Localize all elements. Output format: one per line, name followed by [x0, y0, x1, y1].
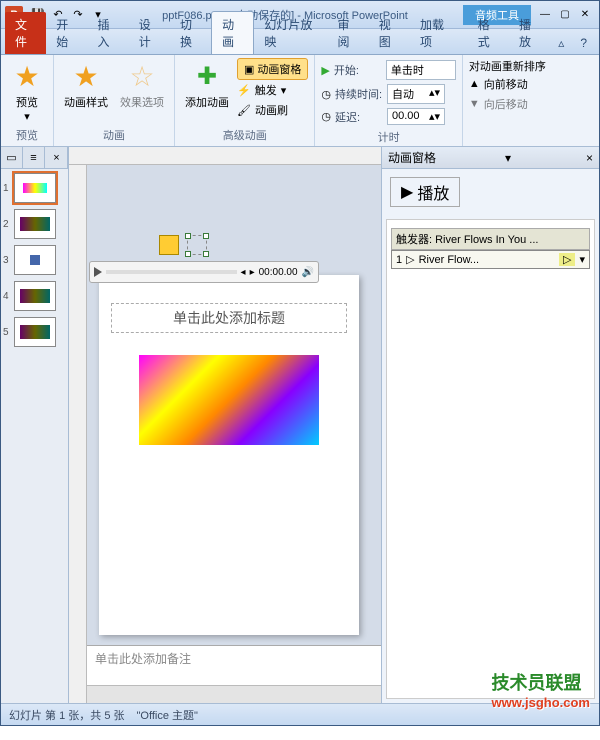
start-select[interactable]: 单击时 — [386, 60, 456, 80]
preview-button[interactable]: ★ 预览▾ — [7, 58, 47, 125]
watermark: 技术员联盟 www.jsgho.com — [492, 669, 590, 710]
move-earlier-button[interactable]: ▲向前移动 — [469, 76, 546, 92]
title-placeholder[interactable]: 单击此处添加标题 — [111, 303, 347, 333]
pane-close-icon[interactable]: × — [586, 151, 593, 165]
tab-addins[interactable]: 加载项 — [410, 12, 462, 54]
slide-thumbnail-1[interactable]: 1 — [3, 173, 66, 203]
play-icon: ▷ — [559, 253, 575, 266]
play-icon: ▶ — [401, 182, 413, 202]
slide-thumbnails-panel: ▭ ≡ × 1 2 3 4 5 — [1, 147, 69, 703]
plus-star-icon: ✚ — [197, 62, 217, 91]
play-icon: ▶ — [321, 64, 329, 77]
group-preview: 预览 — [7, 125, 47, 143]
next-icon[interactable]: ▸ — [250, 267, 255, 278]
tab-view[interactable]: 视图 — [369, 12, 410, 54]
tab-play[interactable]: 播放 — [509, 12, 550, 54]
slide-thumbnail-5[interactable]: 5 — [3, 317, 66, 347]
item-dropdown-icon[interactable]: ▾ — [579, 253, 585, 266]
tab-design[interactable]: 设计 — [129, 12, 170, 54]
tab-file[interactable]: 文件 — [5, 12, 46, 54]
horizontal-ruler — [69, 147, 381, 165]
down-arrow-icon: ▼ — [469, 98, 480, 110]
help-icon[interactable]: ? — [572, 32, 595, 54]
tab-review[interactable]: 审阅 — [327, 12, 368, 54]
animation-styles-button[interactable]: ★ 动画样式 — [60, 58, 112, 112]
tab-home[interactable]: 开始 — [46, 12, 87, 54]
group-advanced-animation: 高级动画 — [181, 125, 308, 143]
reorder-label: 对动画重新排序 — [469, 58, 546, 74]
audio-object[interactable] — [159, 235, 207, 260]
trigger-button[interactable]: ⚡触发 ▾ — [237, 82, 308, 98]
pane-title: 动画窗格 — [388, 149, 436, 166]
pane-dropdown-icon[interactable]: ▾ — [505, 151, 511, 165]
slide-counter: 幻灯片 第 1 张，共 5 张 — [9, 707, 125, 723]
thumbnail-close[interactable]: × — [46, 147, 68, 168]
slide-thumbnail-2[interactable]: 2 — [3, 209, 66, 239]
delay-icon: ◷ — [321, 110, 331, 123]
speaker-icon[interactable] — [159, 235, 179, 255]
slide-thumbnail-4[interactable]: 4 — [3, 281, 66, 311]
start-label: 开始: — [334, 62, 382, 78]
slide-editor: ◂ ▸ 00:00.00 🔊 单击此处添加标题 单击此处添加备注 — [69, 147, 381, 703]
animation-pane: 动画窗格 ▾ × ▶播放 触发器: River Flows In You ...… — [381, 147, 599, 703]
group-animation: 动画 — [60, 125, 168, 143]
ribbon: ★ 预览▾ 预览 ★ 动画样式 ☆ 效果选项 动画 — [1, 55, 599, 147]
play-icon[interactable] — [94, 267, 102, 277]
effect-options-button[interactable]: ☆ 效果选项 — [116, 58, 168, 112]
slide-canvas[interactable]: ◂ ▸ 00:00.00 🔊 单击此处添加标题 — [99, 275, 359, 635]
animation-item[interactable]: 1 ▷ River Flow... ▷ ▾ — [391, 250, 590, 269]
brush-icon: 🖌 — [237, 104, 251, 117]
star-icon: ☆ — [129, 60, 154, 93]
up-arrow-icon: ▲ — [469, 78, 480, 90]
delay-input[interactable]: 00.00▴▾ — [387, 108, 445, 125]
theme-name: "Office 主题" — [137, 707, 198, 723]
slide-image[interactable] — [139, 355, 319, 445]
animation-painter-button[interactable]: 🖌动画刷 — [237, 102, 308, 118]
thumbnail-tab-outline[interactable]: ≡ — [23, 147, 45, 168]
tab-slideshow[interactable]: 幻灯片放映 — [254, 12, 327, 54]
close-button[interactable]: ✕ — [577, 8, 593, 22]
play-icon: ▷ — [406, 253, 414, 266]
prev-icon[interactable]: ◂ — [241, 267, 246, 278]
ribbon-tabs: 文件 开始 插入 设计 切换 动画 幻灯片放映 审阅 视图 加载项 格式 播放 … — [1, 29, 599, 55]
duration-label: 持续时间: — [335, 86, 383, 102]
maximize-button[interactable]: ▢ — [557, 8, 573, 22]
tab-insert[interactable]: 插入 — [87, 12, 128, 54]
star-icon: ★ — [14, 60, 39, 93]
lightning-icon: ⚡ — [237, 84, 251, 97]
duration-input[interactable]: 自动▴▾ — [387, 84, 445, 104]
pane-icon: ▣ — [244, 63, 254, 76]
add-animation-button[interactable]: ✚ 添加动画 — [181, 58, 233, 112]
notes-pane[interactable]: 单击此处添加备注 — [87, 645, 381, 685]
clock-icon: ◷ — [321, 88, 331, 101]
audio-time: 00:00.00 — [259, 267, 298, 278]
tab-transition[interactable]: 切换 — [170, 12, 211, 54]
group-timing: 计时 — [321, 127, 455, 145]
ribbon-minimize-icon[interactable]: ▵ — [550, 32, 572, 54]
slide-thumbnail-3[interactable]: 3 — [3, 245, 66, 275]
pane-play-button[interactable]: ▶播放 — [390, 177, 460, 207]
tab-format[interactable]: 格式 — [468, 12, 509, 54]
tab-animation[interactable]: 动画 — [211, 11, 254, 54]
animation-pane-button[interactable]: ▣动画窗格 — [237, 58, 308, 80]
thumbnail-tab-slides[interactable]: ▭ — [1, 147, 23, 168]
horizontal-scrollbar[interactable] — [87, 685, 381, 703]
audio-player-bar[interactable]: ◂ ▸ 00:00.00 🔊 — [89, 261, 319, 283]
audio-track[interactable] — [106, 270, 237, 274]
star-icon: ★ — [73, 60, 98, 93]
trigger-header: 触发器: River Flows In You ... — [391, 228, 590, 250]
volume-icon[interactable]: 🔊 — [302, 267, 314, 278]
move-later-button[interactable]: ▼向后移动 — [469, 96, 546, 112]
delay-label: 延迟: — [335, 109, 383, 125]
vertical-ruler — [69, 165, 87, 703]
